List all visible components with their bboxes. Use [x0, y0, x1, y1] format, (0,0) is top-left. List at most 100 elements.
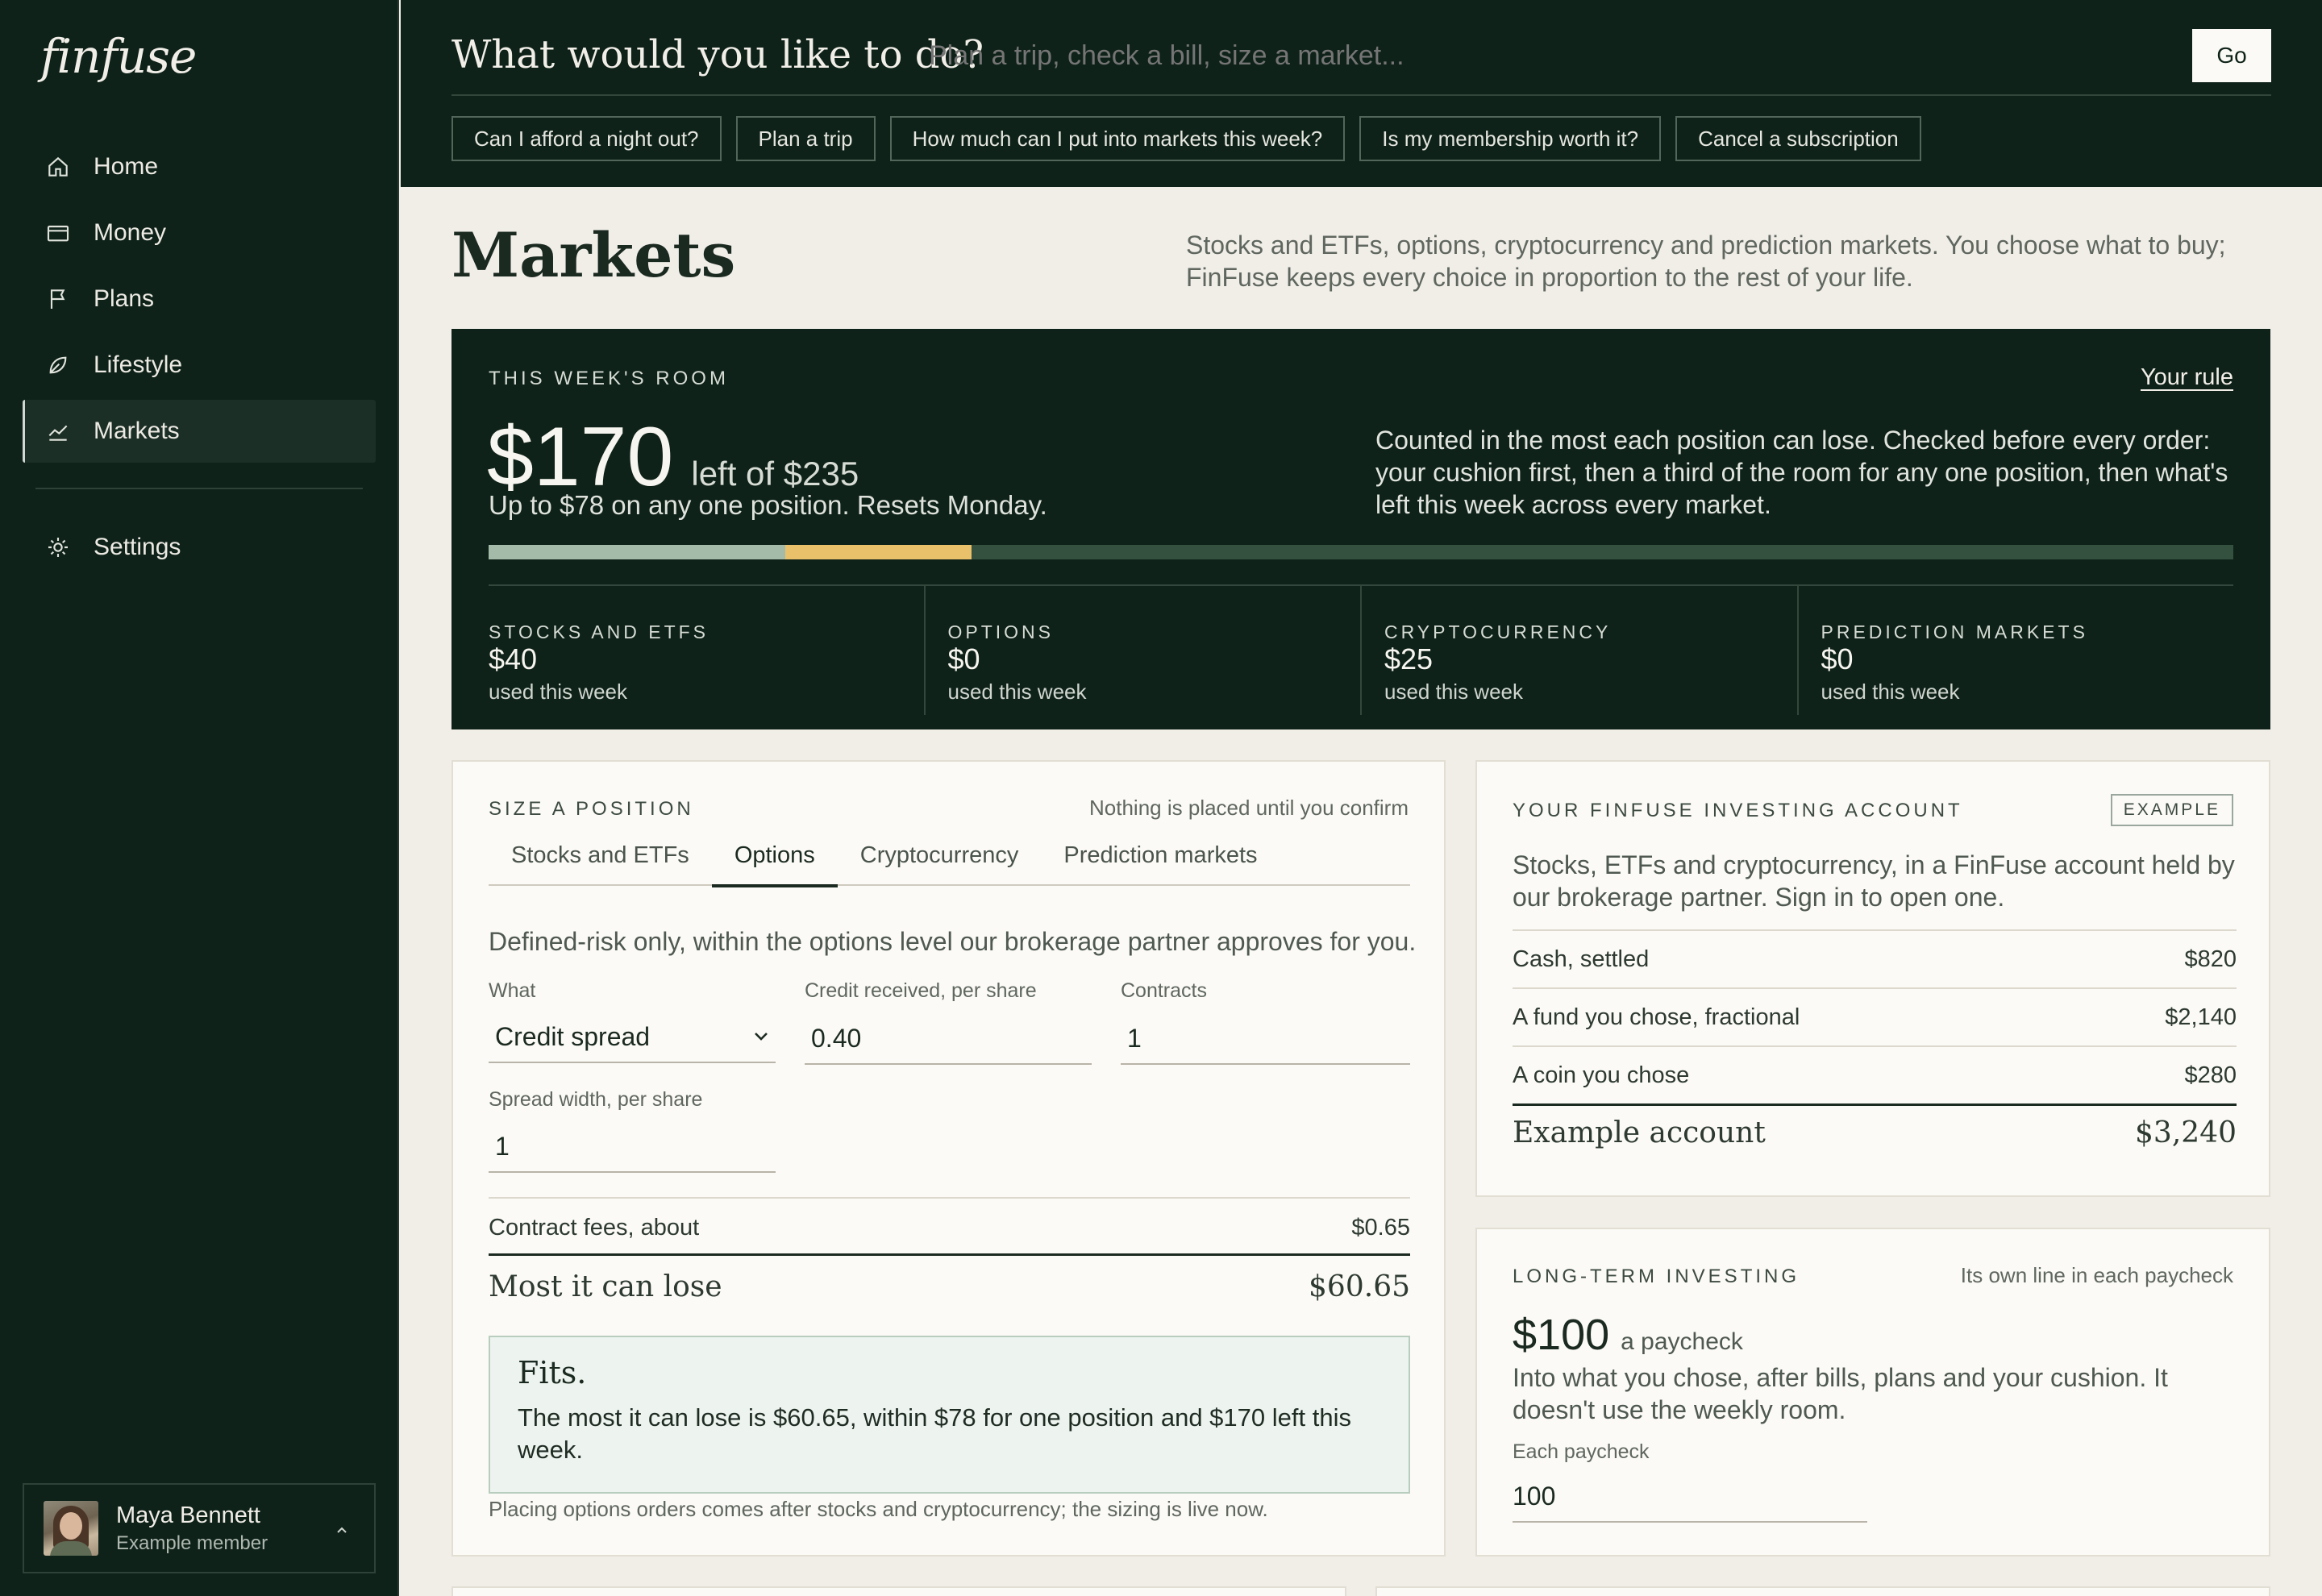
longterm-summary: $100 a paycheck — [1513, 1310, 1743, 1360]
chip-cancel-subscription[interactable]: Cancel a subscription — [1675, 116, 1921, 161]
holding-label: A coin you chose — [1513, 1062, 1690, 1088]
settings-nav: Settings — [23, 516, 376, 582]
weekly-room-card: THIS WEEK'S ROOM Your rule $170 left of … — [452, 329, 2270, 729]
divider — [489, 1253, 1410, 1256]
credit-input[interactable]: 0.40 — [805, 1013, 1092, 1065]
chip-night-out[interactable]: Can I afford a night out? — [452, 116, 722, 161]
room-progress-bar — [489, 545, 2233, 559]
finfuse-logo[interactable]: finfuse — [40, 29, 197, 84]
chevron-down-icon — [755, 1033, 768, 1041]
fits-callout: Fits. The most it can lose is $60.65, wi… — [489, 1336, 1410, 1494]
holding-value: $280 — [2184, 1062, 2237, 1088]
suggestion-chips: Can I afford a night out? Plan a trip Ho… — [452, 116, 1921, 161]
investing-account-card: YOUR FINFUSE INVESTING ACCOUNT EXAMPLE S… — [1475, 760, 2270, 1197]
spread-width-input[interactable]: 1 — [489, 1121, 776, 1173]
market-note: used this week — [1384, 680, 1523, 704]
market-name: OPTIONS — [947, 621, 1055, 642]
account-eyebrow: YOUR FINFUSE INVESTING ACCOUNT — [1513, 800, 1963, 821]
market-crypto: CRYPTOCURRENCY $25 used this week — [1360, 586, 1797, 715]
size-position-card: SIZE A POSITION Nothing is placed until … — [452, 760, 1446, 1557]
sizer-note: Nothing is placed until you confirm — [1089, 796, 1409, 820]
command-prompt: What would you like to do? — [452, 32, 984, 77]
sidebar-item-label: Markets — [94, 418, 180, 444]
long-term-investing-card: LONG-TERM INVESTING Its own line in each… — [1475, 1228, 2270, 1557]
market-note: used this week — [1821, 680, 1960, 704]
chip-membership-worth[interactable]: Is my membership worth it? — [1359, 116, 1662, 161]
strategy-value: Credit spread — [495, 1021, 651, 1051]
gear-icon — [48, 538, 68, 557]
sizer-eyebrow: SIZE A POSITION — [489, 798, 694, 820]
sidebar-item-label: Money — [94, 219, 167, 246]
tab-options[interactable]: Options — [711, 842, 838, 887]
divider — [489, 1197, 1410, 1199]
room-explanation: Counted in the most each position can lo… — [1375, 426, 2228, 519]
sidebar-item-home[interactable]: Home — [23, 135, 376, 198]
sidebar-item-label: Settings — [94, 534, 181, 560]
next-card-right — [1375, 1586, 2270, 1596]
room-eyebrow: THIS WEEK'S ROOM — [489, 368, 729, 389]
main-nav: Home Money Plans Lifestyle Markets — [23, 135, 376, 466]
page-title: Markets — [452, 219, 736, 291]
example-badge: EXAMPLE — [2110, 794, 2233, 826]
strategy-select[interactable]: Credit spread — [489, 1012, 776, 1063]
longterm-note: Its own line in each paycheck — [1960, 1263, 2233, 1287]
home-icon — [48, 156, 68, 177]
table-row: A coin you chose $280 — [1513, 1045, 2237, 1103]
sidebar-item-plans[interactable]: Plans — [23, 268, 376, 330]
sidebar-item-settings[interactable]: Settings — [23, 516, 376, 579]
fits-title: Fits. — [518, 1355, 587, 1390]
max-loss-row: Most it can lose $60.65 — [489, 1260, 1410, 1313]
fits-body: The most it can lose is $60.65, within $… — [518, 1403, 1351, 1464]
market-prediction: PREDICTION MARKETS $0 used this week — [1796, 586, 2234, 715]
sidebar-item-label: Lifestyle — [94, 351, 183, 378]
paycheck-label: Each paycheck — [1513, 1440, 1650, 1463]
next-card-left — [452, 1586, 1346, 1596]
longterm-amount: $100 — [1513, 1311, 1610, 1359]
avatar — [44, 1501, 98, 1556]
market-usage: STOCKS AND ETFS $40 used this week OPTIO… — [489, 586, 2233, 715]
market-amount: $0 — [947, 642, 980, 675]
market-name: STOCKS AND ETFS — [489, 621, 710, 642]
room-of-total: left of $235 — [691, 455, 859, 493]
sidebar-item-money[interactable]: Money — [23, 202, 376, 264]
market-stocks: STOCKS AND ETFS $40 used this week — [489, 586, 924, 715]
go-button[interactable]: Go — [2192, 29, 2271, 82]
account-total-row: Example account $3,240 — [1513, 1103, 2237, 1160]
holding-value: $820 — [2184, 946, 2237, 972]
tab-prediction-markets[interactable]: Prediction markets — [1041, 842, 1280, 886]
wallet-icon — [47, 225, 69, 242]
market-name: CRYPTOCURRENCY — [1384, 621, 1612, 642]
sidebar-item-markets[interactable]: Markets — [23, 400, 376, 463]
chip-plan-trip[interactable]: Plan a trip — [735, 116, 876, 161]
your-rule-link[interactable]: Your rule — [2141, 364, 2233, 391]
holding-value: $2,140 — [2165, 1004, 2237, 1030]
fees-label: Contract fees, about — [489, 1214, 700, 1241]
sidebar-item-lifestyle[interactable]: Lifestyle — [23, 334, 376, 397]
sidebar: finfuse Home Money Plans Lifestyle Marke… — [0, 0, 399, 1596]
market-note: used this week — [489, 680, 627, 704]
sidebar-item-label: Plans — [94, 285, 155, 312]
tab-cryptocurrency[interactable]: Cryptocurrency — [838, 842, 1042, 886]
sizer-footnote: Placing options orders comes after stock… — [489, 1497, 1268, 1521]
chip-markets-this-week[interactable]: How much can I put into markets this wee… — [889, 116, 1346, 161]
divider — [452, 94, 2271, 96]
holding-label: Cash, settled — [1513, 946, 1650, 972]
contracts-input[interactable]: 1 — [1121, 1013, 1410, 1065]
tab-stocks-etfs[interactable]: Stocks and ETFs — [489, 842, 712, 886]
room-subline: Up to $78 on any one position. Resets Mo… — [489, 490, 1047, 520]
max-loss-value: $60.65 — [1309, 1270, 1410, 1303]
table-row: Cash, settled $820 — [1513, 929, 2237, 987]
user-menu[interactable]: Maya Bennett Example member — [23, 1483, 376, 1573]
credit-label: Credit received, per share — [805, 979, 1037, 1002]
max-loss-label: Most it can lose — [489, 1270, 722, 1303]
command-bar: What would you like to do? Go Can I affo… — [401, 0, 2322, 187]
width-label: Spread width, per share — [489, 1088, 703, 1111]
contracts-label: Contracts — [1121, 979, 1207, 1002]
market-note: used this week — [947, 680, 1087, 704]
paycheck-amount-input[interactable]: 100 — [1513, 1471, 1867, 1523]
holding-label: A fund you chose, fractional — [1513, 1004, 1800, 1030]
chart-line-icon — [48, 425, 68, 441]
account-holdings: Cash, settled $820 A fund you chose, fra… — [1513, 929, 2237, 1160]
command-input[interactable] — [929, 40, 1735, 72]
account-description: Stocks, ETFs and cryptocurrency, in a Fi… — [1513, 850, 2235, 912]
